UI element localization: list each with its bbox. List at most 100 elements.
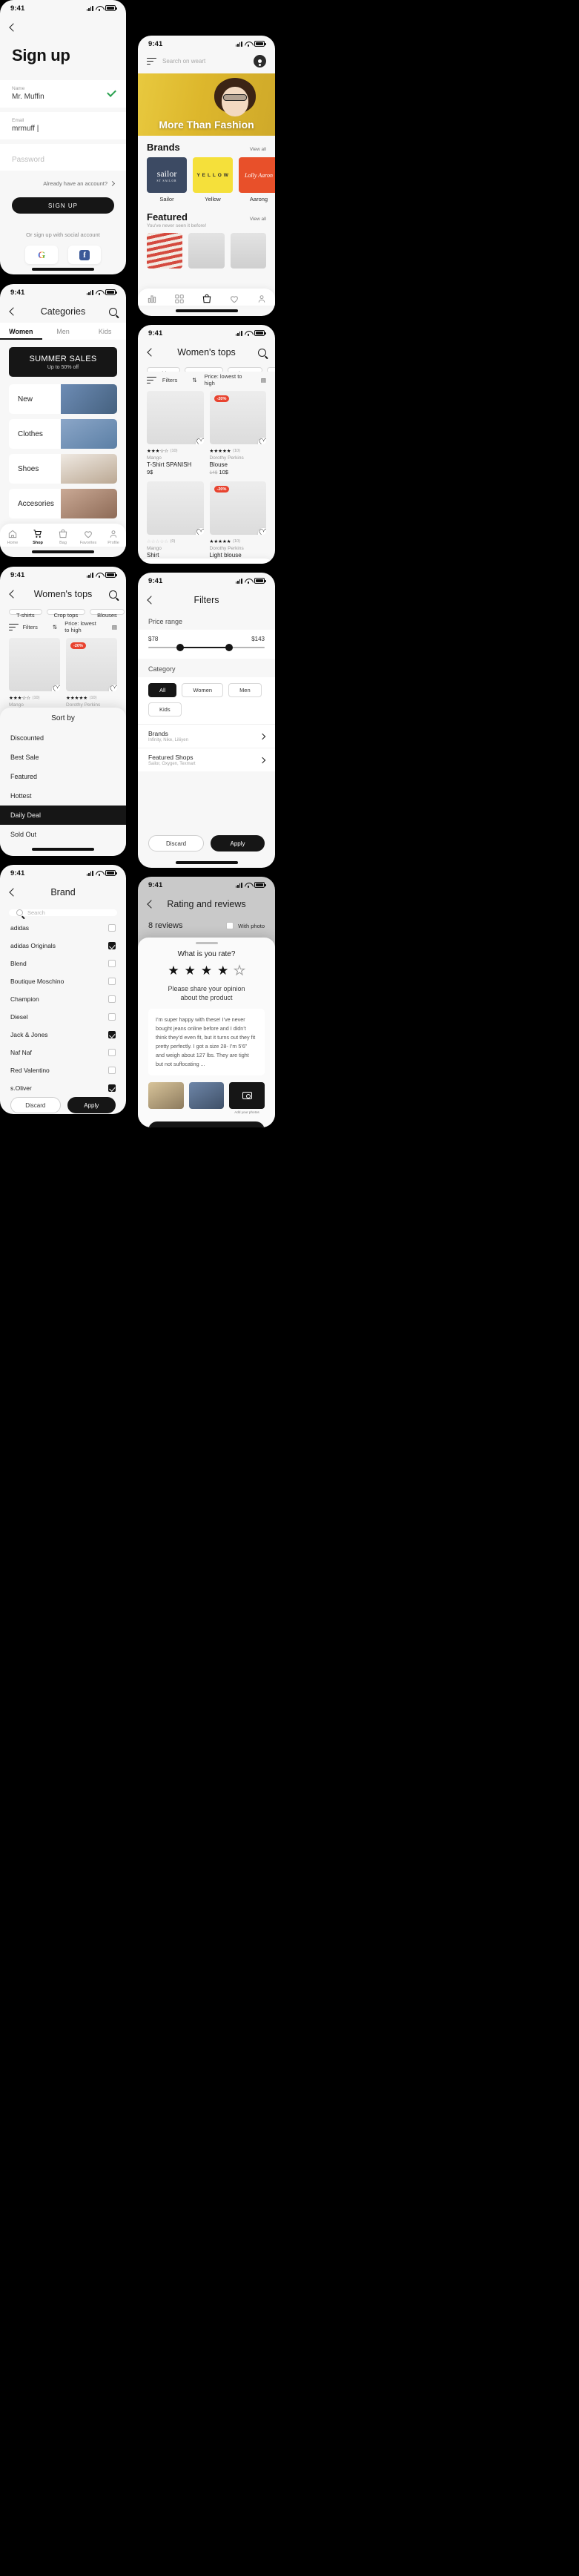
- already-have-account-link[interactable]: Already have an account?: [0, 175, 126, 187]
- filters-label[interactable]: Filters: [22, 624, 37, 630]
- tab-shop[interactable]: Shop: [27, 529, 49, 545]
- brand-row[interactable]: Champion: [0, 990, 126, 1008]
- signup-button[interactable]: SIGN UP: [12, 197, 114, 214]
- brand-item[interactable]: sailor ST SAILOR Sailor: [147, 157, 187, 202]
- product-card[interactable]: ♡ ★★★☆☆ (10) Mango: [9, 638, 60, 708]
- discard-button[interactable]: Discard: [148, 835, 204, 851]
- review-photo[interactable]: [148, 1081, 184, 1109]
- filter-sliders-icon[interactable]: [147, 57, 156, 65]
- brand-item[interactable]: Lolly Aaron Aarong: [239, 157, 275, 202]
- slider-knob-min[interactable]: [176, 644, 184, 651]
- tab-kids[interactable]: Kids: [84, 323, 126, 340]
- category-row-accesories[interactable]: Accesories: [9, 489, 117, 518]
- category-row-shoes[interactable]: Shoes: [9, 454, 117, 484]
- send-review-button[interactable]: SEND REVIEW: [148, 1121, 265, 1127]
- sort-arrows-icon[interactable]: ⇅: [192, 377, 196, 383]
- brand-checkbox[interactable]: [108, 1084, 116, 1092]
- pill-all[interactable]: All: [148, 683, 177, 697]
- chip-croptops[interactable]: Crop tops: [46, 609, 86, 619]
- email-field[interactable]: Email mrmuff |: [0, 112, 126, 139]
- brand-row[interactable]: s.Oliver: [0, 1079, 126, 1097]
- search-input[interactable]: Search on weart: [162, 58, 248, 65]
- brand-checkbox[interactable]: [108, 1013, 116, 1021]
- product-card[interactable]: ♡ ★★★☆☆ (10) Mango T-Shirt SPANISH 9$: [147, 391, 204, 475]
- chip-tshirts[interactable]: T-shirts: [9, 609, 42, 619]
- tab-home[interactable]: Home: [1, 529, 24, 545]
- featured-card[interactable]: [188, 233, 225, 269]
- filter-row-brands[interactable]: Brands Infinity, Nike, Liliiyen: [138, 724, 275, 748]
- back-button[interactable]: [147, 900, 162, 909]
- tab-favorites[interactable]: [223, 294, 245, 304]
- tab-shop[interactable]: [168, 294, 191, 304]
- chip-blouses[interactable]: Blouses: [90, 609, 125, 619]
- brand-search-input[interactable]: Search: [9, 909, 117, 916]
- apply-button[interactable]: Apply: [67, 1097, 116, 1113]
- brand-row[interactable]: Naf Naf: [0, 1044, 126, 1061]
- brand-checkbox[interactable]: [108, 942, 116, 949]
- back-button[interactable]: [9, 590, 24, 599]
- sort-label[interactable]: Price: lowest to high: [205, 373, 246, 386]
- product-card[interactable]: -20% ♡ ★★★★★ (10) Dorothy Perkins Light …: [209, 481, 266, 559]
- name-field[interactable]: Name Mr. Muffin: [0, 80, 126, 108]
- favorite-icon[interactable]: ♡: [52, 685, 60, 691]
- tab-home[interactable]: [141, 294, 163, 304]
- product-card[interactable]: -20% ♡ ★★★★★ (10) Dorothy Perkins: [66, 638, 117, 708]
- favorite-icon[interactable]: ♡: [109, 685, 117, 691]
- discard-button[interactable]: Discard: [10, 1097, 61, 1113]
- favorite-icon[interactable]: ♡: [258, 438, 266, 444]
- tab-bag[interactable]: Bag: [52, 529, 74, 545]
- filter-row-featured-shops[interactable]: Featured Shops Sailor, Oxygen, Texmart: [138, 748, 275, 771]
- sort-option-featured[interactable]: Featured: [0, 767, 126, 786]
- brand-row[interactable]: Blend: [0, 955, 126, 972]
- rating-stars[interactable]: ★ ★ ★ ★ ★: [138, 964, 275, 978]
- category-row-new[interactable]: New: [9, 384, 117, 414]
- password-field[interactable]: Password: [0, 144, 126, 171]
- search-button[interactable]: [102, 307, 117, 316]
- sort-option-discounted[interactable]: Discounted: [0, 728, 126, 748]
- pill-women[interactable]: Women: [182, 683, 224, 697]
- sort-option-daily-deal[interactable]: Daily Deal: [0, 806, 126, 825]
- favorite-icon[interactable]: ♡: [195, 438, 204, 444]
- apply-button[interactable]: Apply: [211, 835, 265, 851]
- tab-profile[interactable]: [251, 294, 273, 304]
- hero-banner[interactable]: More Than Fashion: [138, 73, 275, 136]
- star-3[interactable]: ★: [201, 964, 212, 977]
- brand-checkbox[interactable]: [108, 960, 116, 967]
- filters-icon[interactable]: [9, 623, 19, 631]
- brand-checkbox[interactable]: [108, 1049, 116, 1056]
- review-textarea[interactable]: I’m super happy with these! I’ve never b…: [148, 1009, 265, 1075]
- sheet-grabber[interactable]: [195, 942, 218, 944]
- tab-women[interactable]: Women: [0, 323, 42, 340]
- featured-card[interactable]: [147, 233, 183, 269]
- avatar[interactable]: [254, 55, 266, 67]
- layout-toggle-icon[interactable]: ▤: [261, 377, 266, 383]
- sort-option-best-sale[interactable]: Best Sale: [0, 748, 126, 767]
- featured-card[interactable]: [230, 233, 266, 269]
- slider-track[interactable]: [148, 644, 265, 651]
- star-1[interactable]: ★: [168, 964, 179, 977]
- star-2[interactable]: ★: [185, 964, 196, 977]
- back-button[interactable]: [147, 596, 162, 605]
- review-photo[interactable]: [188, 1081, 224, 1109]
- tab-men[interactable]: Men: [42, 323, 85, 340]
- brand-row[interactable]: Jack & Jones: [0, 1026, 126, 1044]
- category-row-clothes[interactable]: Clothes: [9, 419, 117, 449]
- pill-men[interactable]: Men: [228, 683, 262, 697]
- price-range-slider[interactable]: $78 $143: [138, 630, 275, 659]
- product-card[interactable]: ♡ ☆☆☆☆☆ (0) Mango Shirt: [147, 481, 204, 559]
- slider-knob-max[interactable]: [225, 644, 233, 651]
- brand-checkbox[interactable]: [108, 1067, 116, 1074]
- tab-profile[interactable]: Profile: [102, 529, 125, 545]
- brand-row[interactable]: Red Valentino: [0, 1061, 126, 1079]
- back-button[interactable]: [9, 307, 24, 316]
- tab-bag[interactable]: [196, 294, 218, 304]
- google-signup-button[interactable]: G: [25, 246, 58, 264]
- with-photo-checkbox[interactable]: [226, 922, 234, 929]
- brand-checkbox[interactable]: [108, 978, 116, 985]
- brand-row[interactable]: adidas: [0, 919, 126, 937]
- sort-arrows-icon[interactable]: ⇅: [53, 624, 57, 630]
- back-button[interactable]: [147, 348, 162, 357]
- layout-toggle-icon[interactable]: ▤: [112, 624, 117, 630]
- brand-row[interactable]: adidas Originals: [0, 937, 126, 955]
- pill-kids[interactable]: Kids: [148, 702, 182, 717]
